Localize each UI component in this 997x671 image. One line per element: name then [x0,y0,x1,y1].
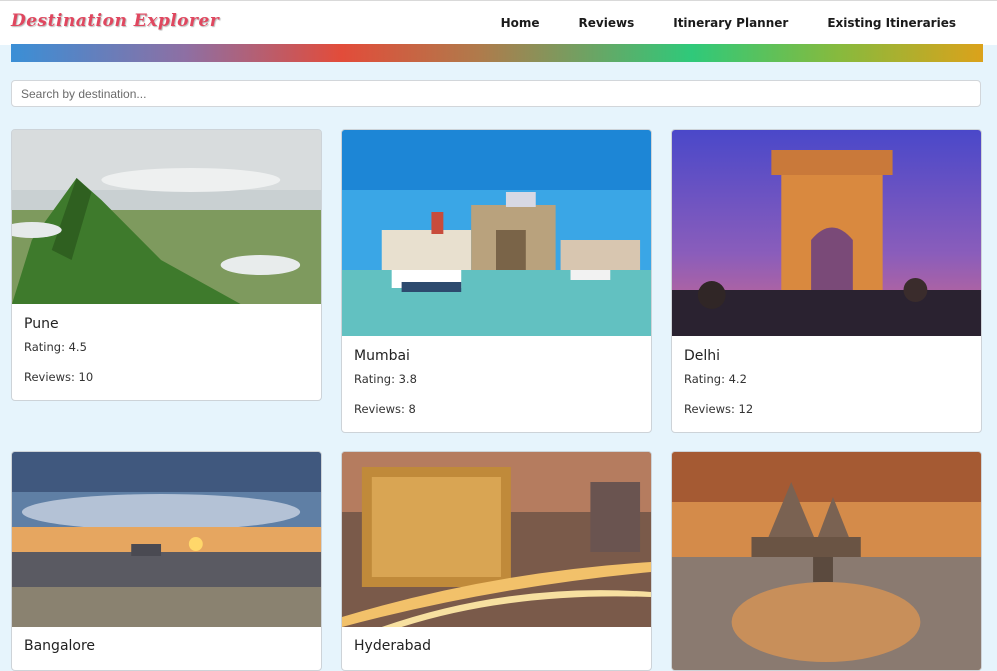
decorative-gradient-banner [11,44,983,62]
destination-name: Hyderabad [354,638,431,654]
nav-itinerary-planner[interactable]: Itinerary Planner [673,16,788,30]
destination-card-bangalore[interactable]: Bangalore [11,451,322,671]
nav-reviews[interactable]: Reviews [579,16,635,30]
destination-image-delhi [672,130,981,336]
destination-name: Pune [24,316,59,332]
nav-home[interactable]: Home [501,16,540,30]
destination-image-hyderabad [342,452,651,627]
destination-rating: Rating: 4.5 [24,340,87,354]
nav-existing-itineraries[interactable]: Existing Itineraries [827,16,956,30]
destination-name: Bangalore [24,638,96,654]
destination-reviews: Reviews: 10 [24,370,94,384]
brand-logo[interactable]: Destination Explorer [11,11,219,31]
destination-card-pune[interactable]: Pune Rating: 4.5 Reviews: 10 [11,129,322,401]
destination-reviews: Reviews: 12 [684,402,754,416]
destination-card-mumbai[interactable]: Mumbai Rating: 3.8 Reviews: 8 [341,129,652,433]
top-navbar: Destination Explorer Home Reviews Itiner… [0,0,997,45]
search-input[interactable] [11,80,981,107]
nav-links: Home Reviews Itinerary Planner Existing … [462,16,956,30]
destination-image-pune [12,130,321,304]
destination-card-hyderabad[interactable]: Hyderabad [341,451,652,671]
destination-image-mumbai [342,130,651,336]
destination-rating: Rating: 4.2 [684,372,747,386]
destination-name: Delhi [684,348,721,364]
destination-image-bangalore [12,452,321,627]
destination-reviews: Reviews: 8 [354,402,416,416]
destination-card-delhi[interactable]: Delhi Rating: 4.2 Reviews: 12 [671,129,982,433]
destination-card-chennai[interactable] [671,451,982,671]
destination-name: Mumbai [354,348,410,364]
destination-rating: Rating: 3.8 [354,372,417,386]
destination-image-chennai [672,452,981,670]
